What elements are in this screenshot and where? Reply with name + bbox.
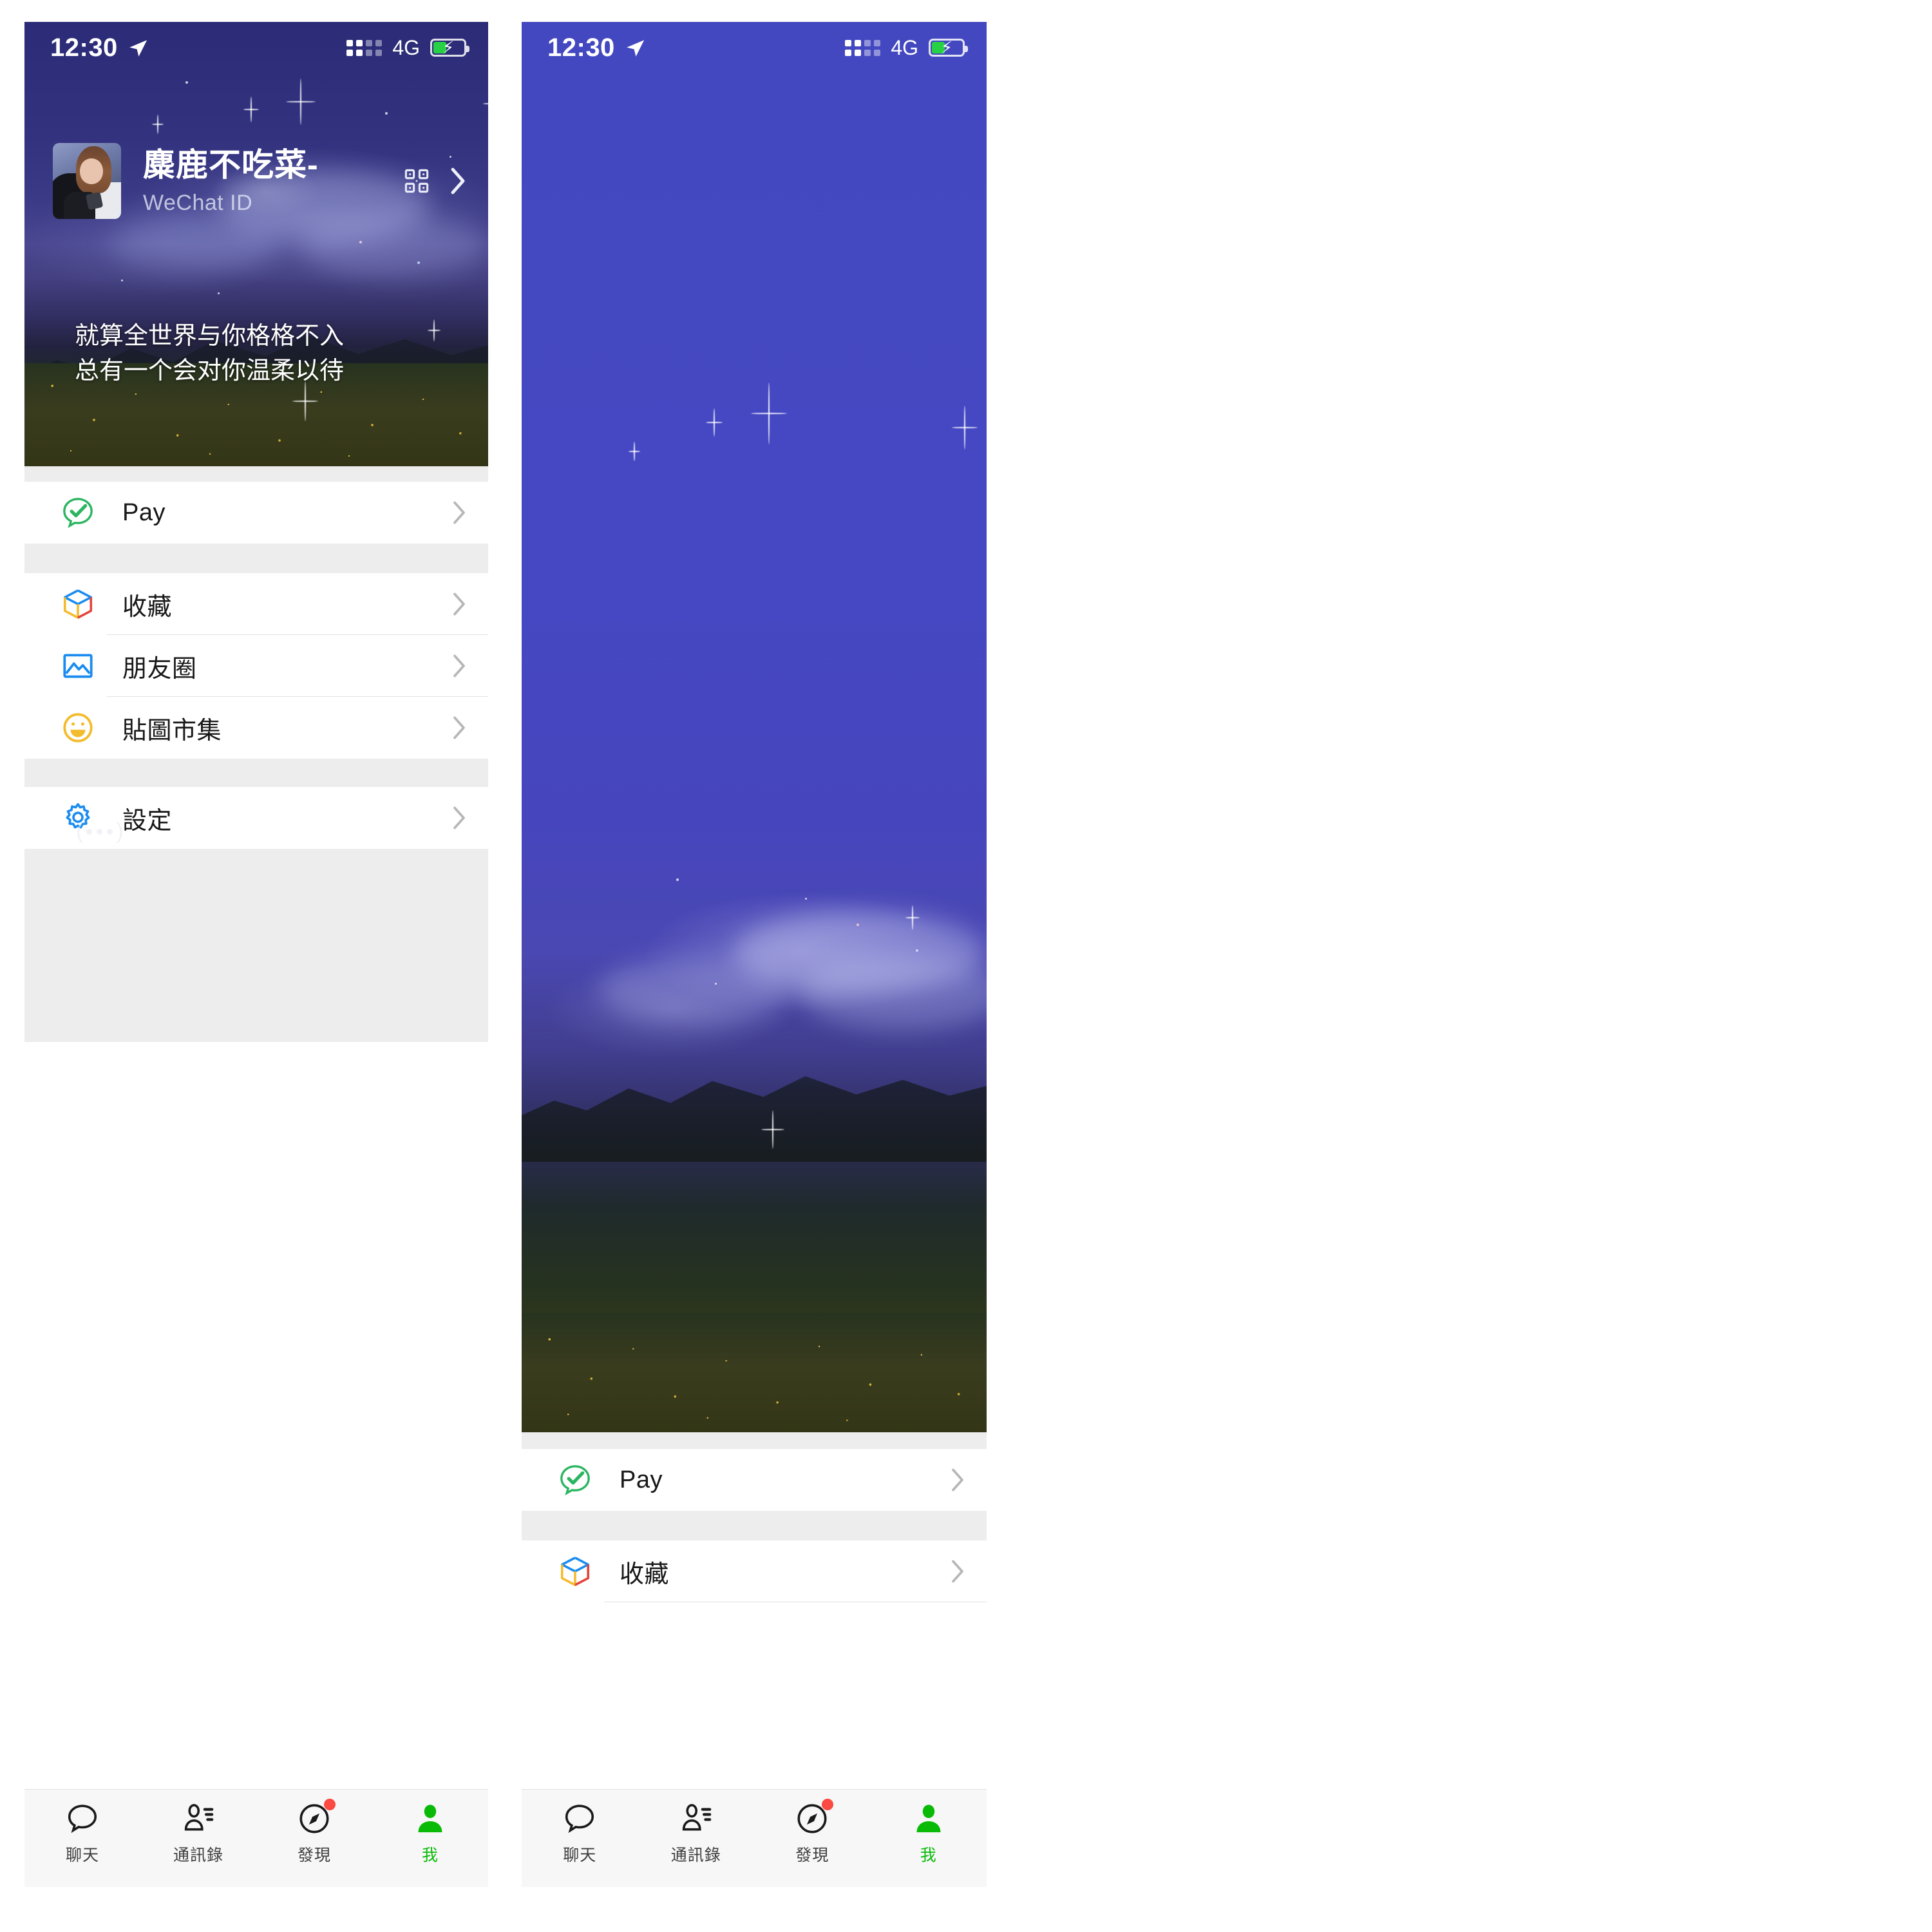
chevron-right-icon bbox=[452, 500, 466, 525]
group-gap bbox=[24, 759, 488, 787]
tab-label: 通訊錄 bbox=[173, 1846, 223, 1864]
group-gap bbox=[522, 1511, 987, 1540]
profile-row[interactable]: 麋鹿不吃菜- WeChat ID bbox=[24, 143, 488, 219]
profile-text-block: 麋鹿不吃菜- WeChat ID bbox=[143, 146, 403, 216]
menu-item-label: 設定 bbox=[122, 807, 173, 835]
chevron-right-icon bbox=[951, 1559, 965, 1584]
status-bar-left-group: 12:30 bbox=[50, 33, 147, 62]
tab-label: 聊天 bbox=[563, 1846, 597, 1864]
tab-discover[interactable]: 發現 bbox=[256, 1799, 372, 1866]
status-bar-left: 12:30 4G ⚡ bbox=[24, 22, 488, 73]
chevron-right-icon bbox=[452, 715, 466, 740]
wechat-pay-icon bbox=[558, 1463, 592, 1497]
notification-badge bbox=[324, 1799, 336, 1810]
favorites-cube-icon bbox=[61, 587, 95, 621]
bottom-tab-bar-left: 聊天 通訊錄 發現 我 bbox=[24, 1789, 488, 1887]
menu-item-pay[interactable]: Pay bbox=[24, 482, 488, 544]
status-bar-right-group: 4G ⚡ bbox=[845, 35, 968, 60]
moments-photo-icon bbox=[61, 649, 95, 683]
chevron-right-icon bbox=[452, 592, 466, 616]
phone-screen-right: 12:30 4G ⚡ Pay 收藏 聊天 通訊錄 發現 我 bbox=[522, 22, 987, 1887]
signal-strength-icon bbox=[346, 39, 383, 56]
tab-discover[interactable]: 發現 bbox=[754, 1799, 871, 1866]
profile-actions bbox=[403, 167, 466, 195]
signature-line-1: 就算全世界与你格格不入 bbox=[75, 323, 345, 350]
profile-wechat-id: WeChat ID bbox=[143, 191, 253, 215]
menu-item-stickers[interactable]: 貼圖市集 bbox=[24, 697, 488, 759]
chevron-right-icon bbox=[951, 1468, 965, 1492]
profile-header-right[interactable]: 12:30 4G ⚡ bbox=[522, 22, 987, 1432]
tab-label: 通訊錄 bbox=[670, 1846, 721, 1864]
chat-bubble-icon bbox=[562, 1801, 597, 1836]
status-time: 12:30 bbox=[547, 33, 615, 62]
network-type-label: 4G bbox=[392, 35, 420, 59]
discover-compass-icon bbox=[795, 1799, 834, 1836]
tab-me[interactable]: 我 bbox=[372, 1801, 488, 1866]
chevron-right-icon bbox=[452, 806, 466, 830]
me-person-icon bbox=[911, 1801, 946, 1836]
tab-contacts[interactable]: 通訊錄 bbox=[140, 1801, 256, 1866]
star-sparkles bbox=[522, 22, 987, 1432]
chat-bubble-icon bbox=[65, 1801, 100, 1836]
screenshot-canvas: 12:30 4G ⚡ 麋鹿不吃菜- WeChat ID 就算全世界与你格格不入 … bbox=[0, 0, 1932, 1932]
status-time: 12:30 bbox=[50, 33, 118, 62]
menu-item-favorites[interactable]: 收藏 bbox=[24, 573, 488, 635]
profile-header-left[interactable]: 12:30 4G ⚡ 麋鹿不吃菜- WeChat ID 就算全世界与你格格不入 … bbox=[24, 22, 488, 466]
wechat-pay-icon bbox=[61, 495, 95, 530]
menu-item-pay[interactable]: Pay bbox=[522, 1449, 987, 1511]
tab-label: 發現 bbox=[795, 1846, 829, 1864]
bottom-tab-bar-right: 聊天 通訊錄 發現 我 bbox=[522, 1789, 987, 1887]
tab-me[interactable]: 我 bbox=[871, 1801, 987, 1866]
sticker-smiley-icon bbox=[61, 710, 95, 745]
status-bar-right: 12:30 4G ⚡ bbox=[522, 22, 987, 73]
tab-label: 聊天 bbox=[65, 1846, 99, 1864]
menu-group-pay: Pay bbox=[24, 482, 488, 544]
star-sparkles bbox=[24, 22, 488, 466]
menu-item-favorites[interactable]: 收藏 bbox=[522, 1540, 987, 1602]
contacts-icon bbox=[679, 1801, 714, 1836]
broadcast-sound-icon: ( ) bbox=[76, 819, 124, 844]
battery-charging-icon: ⚡ bbox=[929, 39, 968, 57]
tab-label: 發現 bbox=[297, 1846, 331, 1864]
group-gap bbox=[24, 544, 488, 573]
menu-group-content: 收藏 朋友圈 貼圖市集 bbox=[24, 573, 488, 759]
empty-area bbox=[24, 849, 488, 1042]
group-gap bbox=[24, 466, 488, 482]
tab-contacts[interactable]: 通訊錄 bbox=[638, 1801, 755, 1866]
menu-item-label: 收藏 bbox=[122, 593, 173, 621]
tab-chat[interactable]: 聊天 bbox=[24, 1801, 140, 1866]
menu-item-label: 朋友圈 bbox=[122, 655, 197, 683]
me-person-icon bbox=[413, 1801, 448, 1836]
tab-label: 我 bbox=[421, 1846, 439, 1864]
favorites-cube-icon bbox=[558, 1554, 592, 1589]
profile-signature: 就算全世界与你格格不入 总有一个会对你温柔以待 bbox=[75, 319, 462, 389]
discover-compass-icon bbox=[297, 1799, 336, 1836]
tab-label: 我 bbox=[920, 1846, 937, 1864]
contacts-icon bbox=[181, 1801, 216, 1836]
menu-item-label: Pay bbox=[620, 1466, 663, 1493]
chevron-right-icon[interactable] bbox=[450, 167, 466, 195]
avatar[interactable] bbox=[53, 143, 121, 219]
network-type-label: 4G bbox=[891, 35, 918, 59]
status-bar-right-group: 4G ⚡ bbox=[346, 35, 469, 60]
group-gap bbox=[522, 1432, 987, 1449]
battery-charging-icon: ⚡ bbox=[430, 39, 469, 57]
notification-badge bbox=[822, 1799, 834, 1810]
qr-code-icon[interactable] bbox=[403, 167, 430, 194]
signal-strength-icon bbox=[845, 39, 881, 56]
menu-item-label: 收藏 bbox=[620, 1560, 670, 1588]
menu-item-label: Pay bbox=[122, 498, 166, 526]
chevron-right-icon bbox=[452, 654, 466, 678]
tab-chat[interactable]: 聊天 bbox=[522, 1801, 638, 1866]
signature-line-2: 总有一个会对你温柔以待 bbox=[75, 357, 345, 384]
status-bar-left-group: 12:30 bbox=[547, 33, 644, 62]
menu-group-content: 收藏 bbox=[522, 1540, 987, 1602]
phone-screen-left: 12:30 4G ⚡ 麋鹿不吃菜- WeChat ID 就算全世界与你格格不入 … bbox=[24, 22, 488, 1887]
profile-name: 麋鹿不吃菜- bbox=[143, 147, 319, 183]
menu-group-pay: Pay bbox=[522, 1449, 987, 1511]
menu-item-moments[interactable]: 朋友圈 bbox=[24, 635, 488, 697]
menu-item-label: 貼圖市集 bbox=[122, 717, 222, 744]
